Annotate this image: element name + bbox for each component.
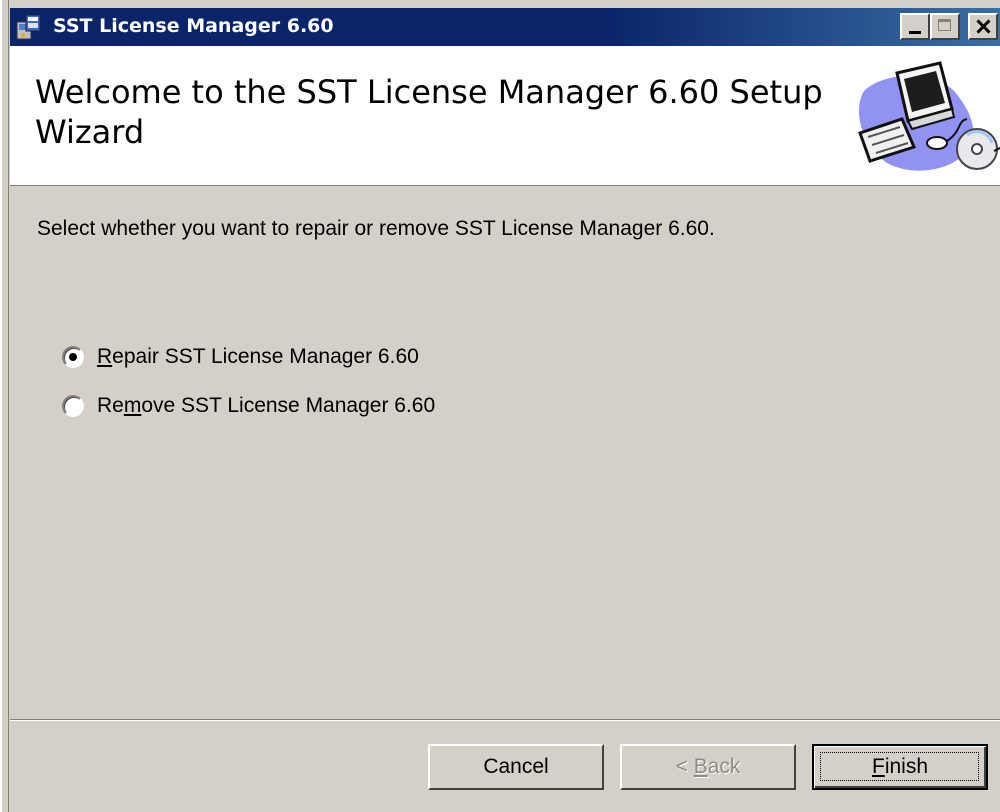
minimize-button[interactable] bbox=[900, 13, 930, 40]
remove-label[interactable]: Remove SST License Manager 6.60 bbox=[97, 394, 435, 418]
back-label-rest: ack bbox=[707, 755, 741, 778]
remove-label-pre: Re bbox=[97, 394, 124, 417]
footer-divider bbox=[10, 719, 1000, 721]
cancel-label: Cancel bbox=[483, 755, 549, 778]
repair-label[interactable]: Repair SST License Manager 6.60 bbox=[97, 345, 419, 369]
maximize-button[interactable] bbox=[930, 13, 960, 40]
repair-mnemonic: R bbox=[97, 345, 113, 368]
back-mnemonic: B bbox=[693, 755, 708, 778]
remove-mnemonic: m bbox=[123, 394, 142, 417]
repair-option[interactable]: Repair SST License Manager 6.60 bbox=[62, 344, 419, 370]
instruction-text: Select whether you want to repair or rem… bbox=[37, 217, 715, 240]
window-frame bbox=[0, 0, 10, 812]
cancel-button[interactable]: Cancel bbox=[428, 744, 604, 790]
computer-cd-icon bbox=[842, 51, 1000, 181]
finish-button[interactable]: Finish bbox=[812, 744, 988, 790]
window-title: SST License Manager 6.60 bbox=[53, 15, 334, 37]
wizard-banner: Welcome to the SST License Manager 6.60 … bbox=[10, 46, 1000, 186]
repair-radio[interactable] bbox=[62, 346, 84, 368]
back-button[interactable]: < Back bbox=[620, 744, 796, 790]
remove-label-rest: ove SST License Manager 6.60 bbox=[141, 394, 436, 417]
title-bar[interactable]: SST License Manager 6.60 bbox=[10, 8, 1000, 46]
repair-label-rest: epair SST License Manager 6.60 bbox=[112, 345, 419, 368]
back-label: < Back bbox=[676, 755, 741, 779]
focus-rectangle bbox=[820, 752, 979, 781]
installer-icon bbox=[14, 12, 44, 42]
back-prefix: < bbox=[675, 755, 694, 778]
remove-option[interactable]: Remove SST License Manager 6.60 bbox=[62, 393, 435, 419]
page-title: Welcome to the SST License Manager 6.60 … bbox=[35, 73, 823, 151]
close-button[interactable] bbox=[968, 13, 998, 40]
remove-radio[interactable] bbox=[62, 395, 84, 417]
